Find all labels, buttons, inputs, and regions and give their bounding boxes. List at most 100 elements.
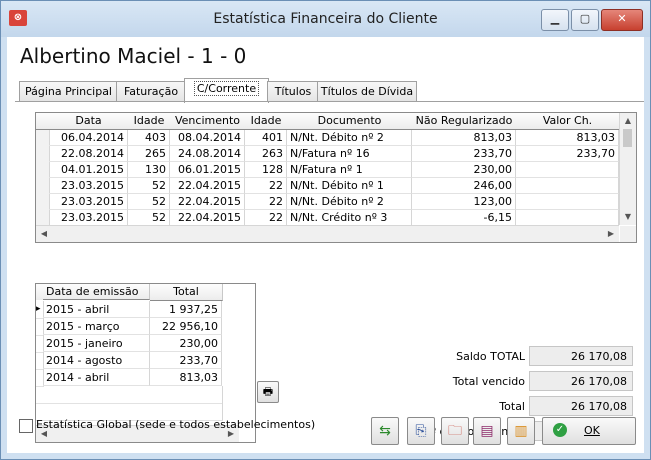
table-cell[interactable]: N/Nt. Débito nº 2 [287,194,412,210]
table-cell[interactable]: 813,03 [412,130,516,146]
table-cell[interactable]: -6,15 [412,210,516,226]
scrollbar-corner [620,226,636,242]
table-cell[interactable]: 04.01.2015 [49,162,128,178]
empty-row [36,386,223,404]
table-cell[interactable]: 230,00 [412,162,516,178]
tab-titulos[interactable]: Títulos [267,81,319,102]
table-cell[interactable]: 22 [245,178,287,194]
table-cell[interactable]: 23.03.2015 [49,210,128,226]
table-cell[interactable]: 123,00 [412,194,516,210]
client-area: Albertino Maciel - 1 - 0 Página Principa… [7,37,644,453]
table-cell[interactable]: 22 [245,194,287,210]
table-cell[interactable]: 1 937,25 [150,301,222,318]
table-cell[interactable]: 233,70 [150,352,222,369]
col-header[interactable]: Documento [287,113,413,130]
scroll-down-icon[interactable]: ▼ [620,209,636,225]
row-indicator[interactable] [36,130,50,147]
table-cell[interactable]: 233,70 [516,146,619,162]
table-cell[interactable]: 401 [245,130,287,146]
table-cell[interactable]: 22.04.2015 [170,210,245,226]
maximize-button[interactable]: ▢ [571,9,599,31]
table-cell[interactable]: 2015 - março [43,318,150,335]
table-cell[interactable]: 24.08.2014 [170,146,245,162]
table-cell[interactable] [516,162,619,178]
tab-c-corrente[interactable]: C/Corrente [184,78,269,103]
col-header[interactable]: Idade [245,113,288,130]
table-cell[interactable]: 08.04.2014 [170,130,245,146]
table-cell[interactable]: 22.04.2015 [170,178,245,194]
title-bar: ⊗ Estatística Financeira do Cliente ▁ ▢ … [1,1,650,37]
folder-icon[interactable]: 🗀 [441,417,469,445]
table-cell[interactable]: 813,03 [516,130,619,146]
table-cell[interactable]: 22 956,10 [150,318,222,335]
table-cell[interactable] [516,210,619,226]
table-cell[interactable] [516,178,619,194]
col-header[interactable]: Data [49,113,129,130]
total-value: 26 170,08 [529,396,633,416]
chart-icon[interactable]: ▥ [507,417,535,445]
table-cell[interactable]: 403 [128,130,170,146]
table-cell[interactable]: 22.04.2015 [170,194,245,210]
table-cell[interactable]: 246,00 [412,178,516,194]
scroll-thumb[interactable] [623,129,632,147]
saldo-total-value: 26 170,08 [529,346,633,366]
card-icon[interactable]: ▤ [473,417,501,445]
col-header[interactable]: Data de emissão [43,284,150,300]
table-cell[interactable]: 128 [245,162,287,178]
table-cell[interactable]: N/Fatura nº 1 [287,162,412,178]
global-statistics-label: Estatística Global (sede e todos estabel… [36,418,316,431]
refresh-icon[interactable]: ⇆ [371,417,399,445]
table-cell[interactable] [516,194,619,210]
row-indicator[interactable] [36,146,50,163]
table-cell[interactable]: 52 [128,210,170,226]
table-cell[interactable]: 230,00 [150,335,222,352]
table-cell[interactable]: 22 [245,210,287,226]
row-indicator[interactable] [36,178,50,195]
col-header[interactable]: Não Regularizado [412,113,517,130]
table-cell[interactable]: 2014 - abril [43,369,150,386]
table-cell[interactable]: 06.04.2014 [49,130,128,146]
export-icon[interactable]: ⎘ [407,417,435,445]
col-header[interactable]: Idade [128,113,171,130]
table-cell[interactable]: 2015 - abril [43,301,150,318]
table-cell[interactable]: 2014 - agosto [43,352,150,369]
table-cell[interactable]: 233,70 [412,146,516,162]
col-header[interactable]: Valor Ch. [516,113,620,130]
table-cell[interactable]: N/Nt. Débito nº 1 [287,178,412,194]
close-button[interactable]: ✕ [601,9,643,31]
col-header[interactable]: Total [150,284,223,301]
checkmark-icon: ✓ [553,423,567,437]
table-cell[interactable]: N/Fatura nº 16 [287,146,412,162]
scroll-right-icon[interactable]: ▶ [603,226,619,242]
table-cell[interactable]: 22.08.2014 [49,146,128,162]
table-cell[interactable]: 52 [128,178,170,194]
row-indicator-header [36,284,43,300]
table-cell[interactable]: 23.03.2015 [49,194,128,210]
col-header[interactable]: Vencimento [170,113,246,130]
table-cell[interactable]: 813,03 [150,369,222,386]
ledger-grid[interactable]: Data Idade Vencimento Idade Documento Nã… [35,112,637,243]
row-indicator[interactable] [36,194,50,211]
ok-label: OK [584,424,600,437]
table-cell[interactable]: 263 [245,146,287,162]
table-cell[interactable]: 23.03.2015 [49,178,128,194]
row-indicator[interactable] [36,162,50,179]
print-grid-button[interactable]: 🖶 [257,381,279,403]
minimize-button[interactable]: ▁ [541,9,569,31]
tab-pagina-principal[interactable]: Página Principal [19,81,118,102]
vertical-scrollbar[interactable]: ▲ ▼ [619,113,636,225]
table-cell[interactable]: 2015 - janeiro [43,335,150,352]
table-cell[interactable]: 06.01.2015 [170,162,245,178]
ok-button[interactable]: ✓ OK [542,417,636,445]
tab-faturacao[interactable]: Faturação [116,81,186,102]
table-cell[interactable]: 130 [128,162,170,178]
table-cell[interactable]: 52 [128,194,170,210]
table-cell[interactable]: N/Nt. Débito nº 2 [287,130,412,146]
global-statistics-checkbox[interactable] [19,419,33,433]
horizontal-scrollbar[interactable]: ◀ ▶ [36,225,619,242]
scroll-up-icon[interactable]: ▲ [620,113,636,129]
scroll-left-icon[interactable]: ◀ [36,226,52,242]
table-cell[interactable]: 265 [128,146,170,162]
table-cell[interactable]: N/Nt. Crédito nº 3 [287,210,412,226]
tab-titulos-de-divida[interactable]: Títulos de Dívida [317,81,417,102]
